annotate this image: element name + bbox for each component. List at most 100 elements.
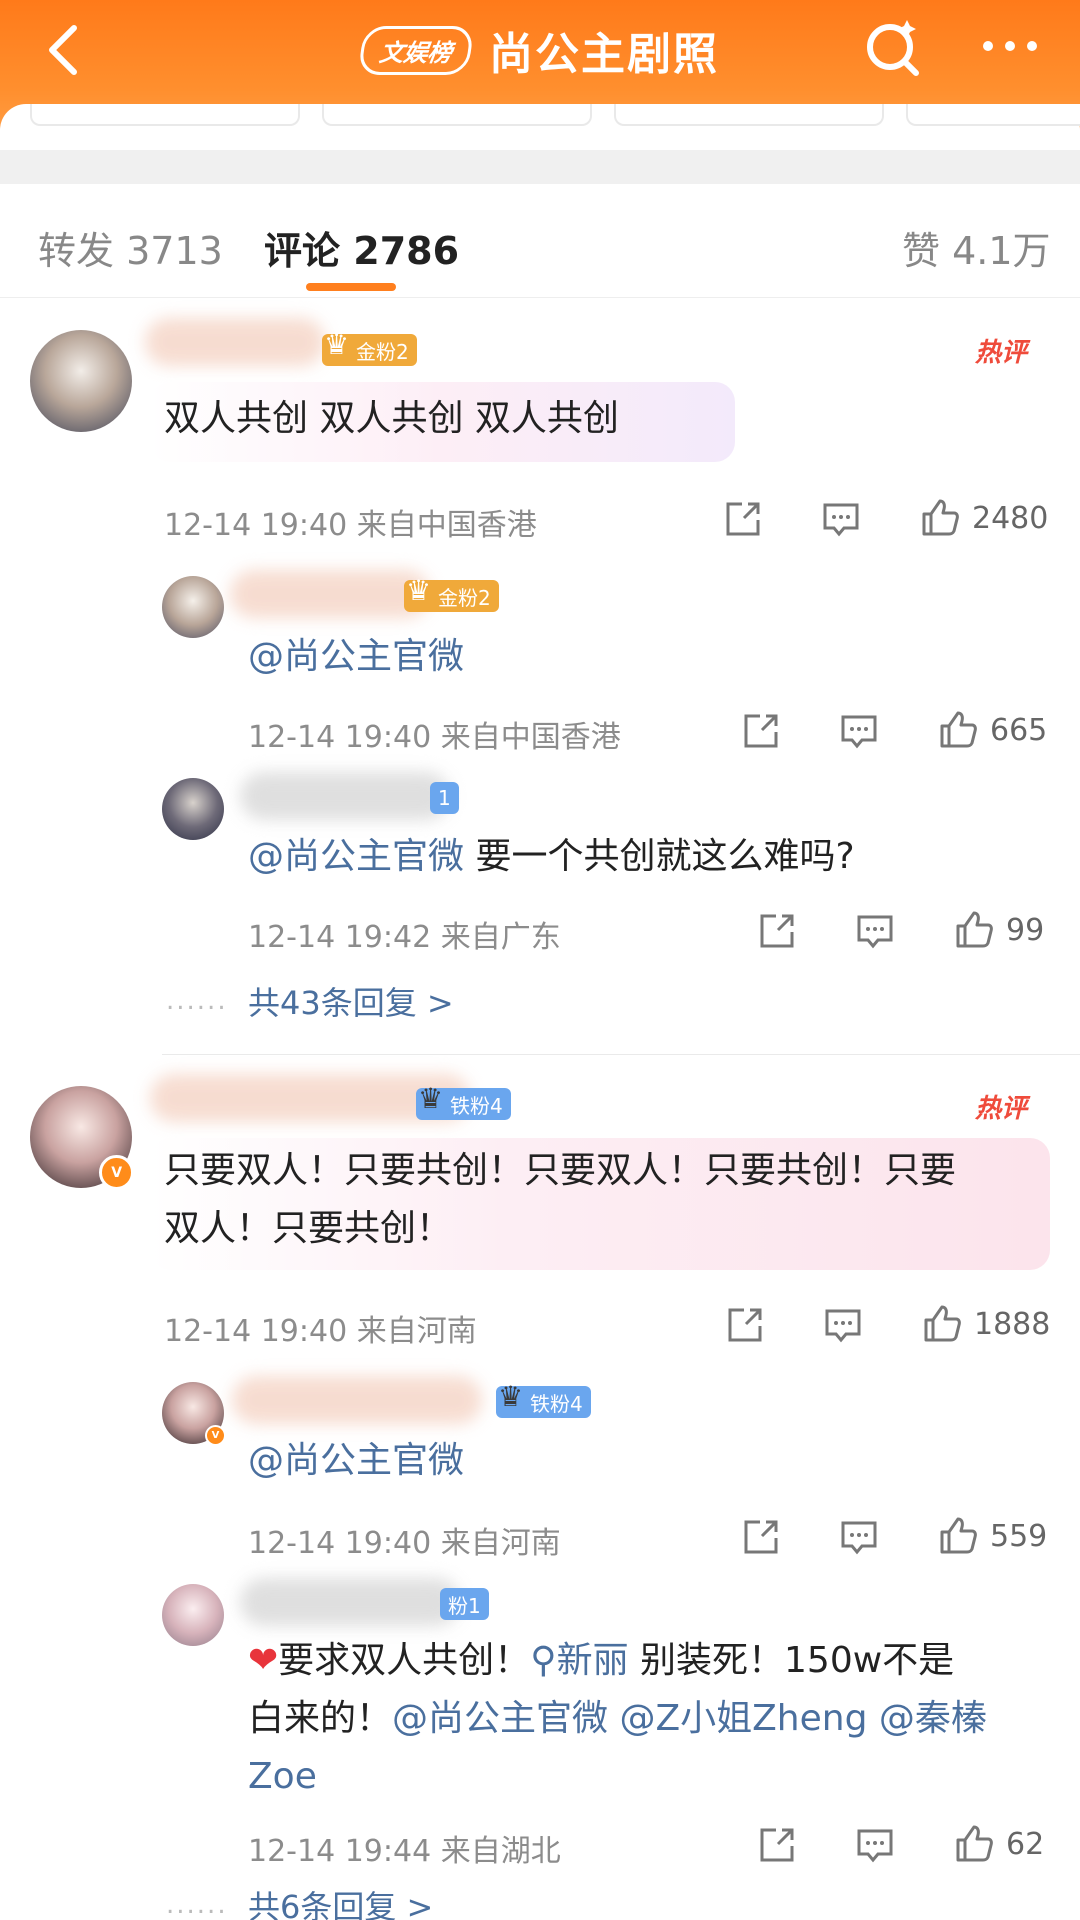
mention-links[interactable]: @尚公主官微 @Z小姐Zheng @秦榛 [392, 1698, 987, 1739]
share-button[interactable] [756, 1824, 798, 1866]
comment-text: 双人共创 双人共创 双人共创 [164, 398, 619, 439]
fan-badge[interactable]: ♛ 金粉2 [322, 328, 417, 366]
comment-icon [823, 503, 859, 537]
verified-badge-icon: V [204, 1424, 226, 1446]
like-button[interactable]: 62 [952, 1822, 1044, 1866]
comment-meta: 12-14 19:40 来自中国香港 [164, 508, 537, 543]
comment-icon [857, 1829, 893, 1863]
like-count: 559 [990, 1518, 1048, 1554]
topic-link[interactable]: ⚲新丽 [530, 1640, 628, 1681]
like-count: 1888 [974, 1306, 1051, 1342]
share-icon [760, 914, 794, 948]
tab-reposts[interactable]: 转发 3713 [38, 220, 223, 275]
like-button[interactable]: 559 [936, 1514, 1047, 1558]
mention-link[interactable]: @尚公主官微 [248, 836, 464, 877]
reply-text: @尚公主官微 要一个共创就这么难吗? [248, 836, 855, 877]
crown-icon: ♛ [498, 1380, 524, 1413]
comment-button[interactable] [838, 710, 880, 752]
card-tab [906, 104, 1080, 126]
share-button[interactable] [722, 498, 764, 540]
comment-tabs: 转发 3713 评论 2786 赞 4.1万 [0, 184, 1080, 298]
like-button[interactable]: 1888 [920, 1302, 1050, 1346]
avatar[interactable] [162, 1584, 224, 1646]
reply-dots: ...... [166, 1890, 228, 1920]
comment-button[interactable] [854, 1824, 896, 1866]
comment-divider [162, 1054, 1080, 1055]
like-button[interactable]: 665 [936, 708, 1047, 752]
crown-icon: ♛ [418, 1082, 444, 1115]
share-button[interactable] [740, 710, 782, 752]
thumbs-up-icon [956, 911, 993, 948]
username-blurred[interactable] [145, 318, 325, 366]
comment-button[interactable] [854, 910, 896, 952]
fan-badge[interactable]: ♛ 金粉2 [404, 574, 499, 612]
search-icon [867, 20, 919, 76]
like-button[interactable]: 99 [952, 908, 1044, 952]
more-dots-icon [983, 41, 1037, 51]
crown-icon: ♛ [406, 574, 432, 607]
thumbs-up-icon [922, 499, 959, 536]
verified-badge-icon: V [99, 1155, 134, 1190]
share-icon [726, 502, 760, 536]
comment-meta: 12-14 19:40 来自河南 [164, 1314, 477, 1349]
more-replies-link[interactable]: 共43条回复 > [248, 978, 454, 1024]
card-tab [30, 104, 300, 126]
search-icon: ⚲ [530, 1640, 557, 1681]
share-icon [728, 1308, 762, 1342]
like-count: 62 [1006, 1826, 1045, 1862]
like-button[interactable]: 2480 [918, 496, 1048, 540]
avatar[interactable] [162, 778, 224, 840]
mention-link-tail[interactable]: Zoe [248, 1756, 317, 1797]
reply-dots: ...... [166, 986, 228, 1016]
avatar[interactable]: V [162, 1382, 226, 1446]
active-tab-indicator [306, 283, 396, 291]
username-blurred[interactable] [232, 1376, 482, 1424]
comment-icon [857, 915, 893, 949]
share-button[interactable] [740, 1516, 782, 1558]
comment-icon [841, 715, 877, 749]
share-icon [744, 1520, 778, 1554]
reply-text: ❤要求双人共创！⚲新丽 别装死！150w不是 白来的！@尚公主官微 @Z小姐Zh… [248, 1640, 987, 1797]
more-button[interactable] [970, 20, 1050, 80]
section-separator [0, 150, 1080, 184]
thumbs-up-icon [940, 711, 977, 748]
avatar[interactable]: V [30, 1086, 134, 1190]
more-replies-link[interactable]: 共6条回复 > [248, 1882, 433, 1920]
heart-icon: ❤ [248, 1640, 279, 1681]
card-tab [614, 104, 884, 126]
thumbs-up-icon [956, 1825, 993, 1862]
comment-button[interactable] [838, 1516, 880, 1558]
username-blurred[interactable] [230, 570, 430, 618]
comment-icon [825, 1309, 861, 1343]
avatar[interactable] [162, 576, 224, 638]
share-button[interactable] [756, 910, 798, 952]
hot-comment-tag: 热评 [975, 338, 1028, 368]
avatar[interactable] [30, 330, 132, 432]
hot-comment-tag: 热评 [975, 1094, 1028, 1124]
reply-text: @尚公主官微 [248, 1432, 464, 1490]
tab-likes[interactable]: 赞 4.1万 [902, 220, 1051, 275]
fan-badge[interactable]: ♛ 铁粉4 [496, 1380, 591, 1418]
ranking-badge[interactable]: 文娱榜 [357, 25, 475, 75]
comment-text: 只要双人！只要共创！只要双人！只要共创！只要 双人！只要共创！ [164, 1150, 957, 1249]
thumbs-up-icon [940, 1517, 977, 1554]
share-button[interactable] [724, 1304, 766, 1346]
search-button[interactable] [858, 14, 928, 84]
mention-link[interactable]: @尚公主官微 [248, 1440, 464, 1481]
mention-link[interactable]: @尚公主官微 [248, 636, 464, 677]
thumbs-up-icon [924, 1305, 961, 1342]
comment-button[interactable] [820, 498, 862, 540]
tab-comments[interactable]: 评论 2786 [264, 220, 459, 275]
username-blurred[interactable] [240, 1578, 460, 1626]
username-blurred[interactable] [240, 772, 450, 820]
like-count: 665 [990, 712, 1048, 748]
crown-icon: ♛ [324, 328, 350, 361]
comment-button[interactable] [822, 1304, 864, 1346]
fan-badge[interactable]: 1 [430, 782, 459, 814]
reply-meta: 12-14 19:42 来自广东 [248, 920, 561, 955]
page-title: 尚公主剧照 [489, 29, 719, 80]
fan-badge[interactable]: 粉1 [440, 1588, 489, 1620]
fan-badge[interactable]: ♛ 铁粉4 [416, 1082, 511, 1120]
reply-text: @尚公主官微 [248, 628, 464, 686]
comment-icon [841, 1521, 877, 1555]
